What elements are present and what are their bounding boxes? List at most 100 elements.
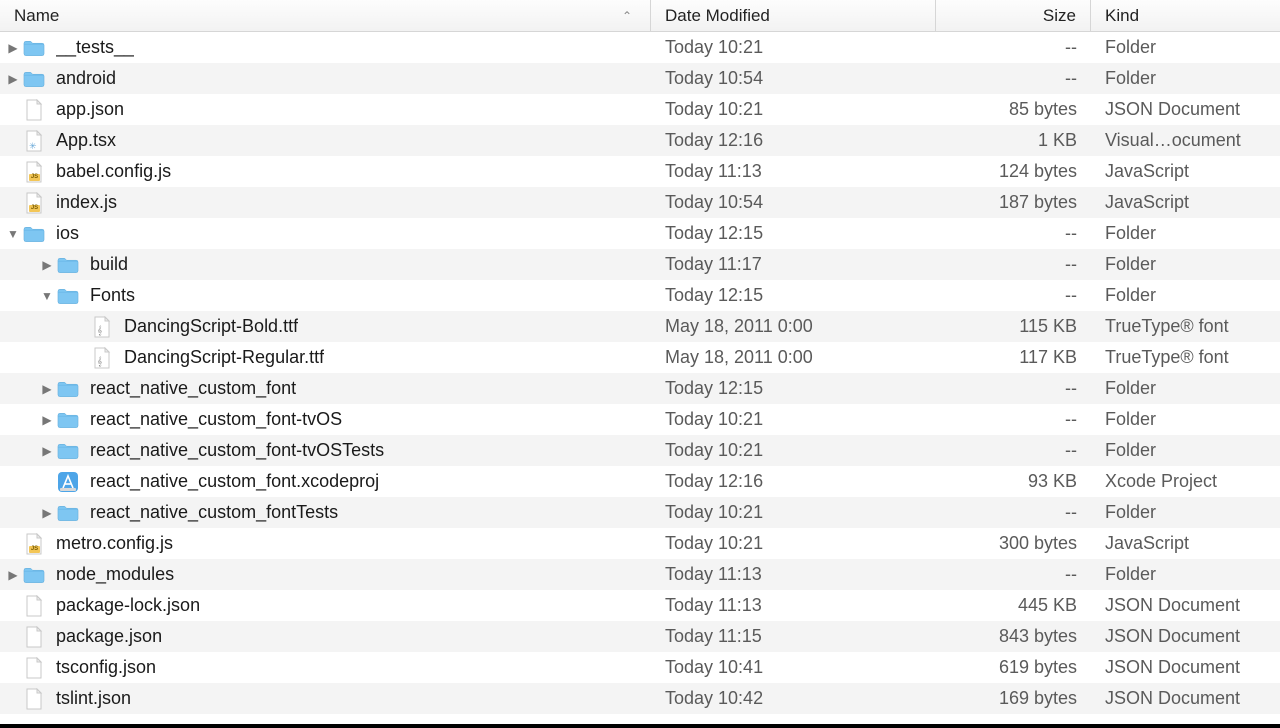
disclosure-closed-icon[interactable]: ▶ <box>38 444 56 458</box>
cell-name: JSmetro.config.js <box>0 532 651 556</box>
file-icon <box>22 625 46 649</box>
table-row[interactable]: ▶react_native_custom_fontToday 12:15--Fo… <box>0 373 1280 404</box>
font-file-icon: 𝄞 <box>90 315 114 339</box>
table-row[interactable]: JSmetro.config.jsToday 10:21300 bytesJav… <box>0 528 1280 559</box>
file-name-label: react_native_custom_font-tvOSTests <box>90 440 384 461</box>
file-name-label: __tests__ <box>56 37 134 58</box>
cell-kind: Folder <box>1091 68 1280 89</box>
file-name-label: app.json <box>56 99 124 120</box>
disclosure-closed-icon[interactable]: ▶ <box>4 72 22 86</box>
cell-size: 619 bytes <box>936 657 1091 678</box>
cell-size: 115 KB <box>936 316 1091 337</box>
file-icon <box>22 594 46 618</box>
cell-size: -- <box>936 68 1091 89</box>
table-row[interactable]: ▶buildToday 11:17--Folder <box>0 249 1280 280</box>
cell-date-modified: Today 11:13 <box>651 595 936 616</box>
table-row[interactable]: 𝄞DancingScript-Regular.ttfMay 18, 2011 0… <box>0 342 1280 373</box>
table-row[interactable]: react_native_custom_font.xcodeproj Today … <box>0 466 1280 497</box>
table-row[interactable]: ▶node_modulesToday 11:13--Folder <box>0 559 1280 590</box>
cell-date-modified: Today 10:21 <box>651 502 936 523</box>
table-row[interactable]: tsconfig.jsonToday 10:41619 bytesJSON Do… <box>0 652 1280 683</box>
file-name-label: App.tsx <box>56 130 116 151</box>
cell-size: -- <box>936 37 1091 58</box>
disclosure-open-icon[interactable]: ▼ <box>38 289 56 303</box>
cell-name: ▶android <box>0 67 651 91</box>
disclosure-open-icon[interactable]: ▼ <box>4 227 22 241</box>
file-name-label: tsconfig.json <box>56 657 156 678</box>
cell-date-modified: Today 10:21 <box>651 99 936 120</box>
file-name-label: react_native_custom_font <box>90 378 296 399</box>
cell-name: app.json <box>0 98 651 122</box>
column-header-date-label: Date Modified <box>665 6 770 26</box>
cell-name: ▼ Fonts <box>0 284 651 308</box>
cell-date-modified: Today 12:15 <box>651 223 936 244</box>
table-row[interactable]: JSindex.jsToday 10:54187 bytesJavaScript <box>0 187 1280 218</box>
table-row[interactable]: ▶react_native_custom_fontTestsToday 10:2… <box>0 497 1280 528</box>
table-row[interactable]: 𝄞DancingScript-Bold.ttfMay 18, 2011 0:00… <box>0 311 1280 342</box>
disclosure-closed-icon[interactable]: ▶ <box>38 258 56 272</box>
cell-size: -- <box>936 564 1091 585</box>
file-name-label: react_native_custom_font.xcodeproj <box>90 471 379 492</box>
js-file-icon: JS <box>22 160 46 184</box>
cell-kind: TrueType® font <box>1091 347 1280 368</box>
cell-size: 843 bytes <box>936 626 1091 647</box>
disclosure-closed-icon[interactable]: ▶ <box>38 382 56 396</box>
folder-icon <box>56 501 80 525</box>
column-header-kind[interactable]: Kind <box>1091 0 1280 31</box>
cell-kind: JSON Document <box>1091 688 1280 709</box>
table-row[interactable]: JSbabel.config.jsToday 11:13124 bytesJav… <box>0 156 1280 187</box>
table-row[interactable]: ▶androidToday 10:54--Folder <box>0 63 1280 94</box>
table-row[interactable]: ▼FontsToday 12:15--Folder <box>0 280 1280 311</box>
cell-date-modified: Today 12:16 <box>651 471 936 492</box>
file-name-label: Fonts <box>90 285 135 306</box>
table-row[interactable]: ▶react_native_custom_font-tvOSToday 10:2… <box>0 404 1280 435</box>
cell-name: ▶ __tests__ <box>0 36 651 60</box>
column-header-name[interactable]: Name ⌃ <box>0 0 651 31</box>
cell-size: -- <box>936 502 1091 523</box>
disclosure-closed-icon[interactable]: ▶ <box>4 568 22 582</box>
cell-kind: JavaScript <box>1091 533 1280 554</box>
table-row[interactable]: ▼iosToday 12:15--Folder <box>0 218 1280 249</box>
folder-icon <box>56 439 80 463</box>
column-header-size[interactable]: Size <box>936 0 1091 31</box>
disclosure-closed-icon[interactable]: ▶ <box>4 41 22 55</box>
cell-name: ▶ react_native_custom_font <box>0 377 651 401</box>
folder-icon <box>22 67 46 91</box>
table-row[interactable]: tslint.jsonToday 10:42169 bytesJSON Docu… <box>0 683 1280 714</box>
file-name-label: package-lock.json <box>56 595 200 616</box>
file-name-label: build <box>90 254 128 275</box>
cell-name: ▶node_modules <box>0 563 651 587</box>
cell-size: -- <box>936 409 1091 430</box>
cell-kind: Xcode Project <box>1091 471 1280 492</box>
table-row[interactable]: ▶__tests__Today 10:21--Folder <box>0 32 1280 63</box>
cell-size: 93 KB <box>936 471 1091 492</box>
disclosure-closed-icon[interactable]: ▶ <box>38 506 56 520</box>
cell-name: 𝄞DancingScript-Bold.ttf <box>0 315 651 339</box>
cell-kind: Folder <box>1091 409 1280 430</box>
folder-icon <box>56 377 80 401</box>
cell-size: 117 KB <box>936 347 1091 368</box>
js-file-icon: JS <box>22 191 46 215</box>
cell-date-modified: Today 11:17 <box>651 254 936 275</box>
cell-size: -- <box>936 440 1091 461</box>
table-row[interactable]: package-lock.jsonToday 11:13445 KBJSON D… <box>0 590 1280 621</box>
table-row[interactable]: package.jsonToday 11:15843 bytesJSON Doc… <box>0 621 1280 652</box>
column-header-name-label: Name <box>14 6 59 26</box>
cell-date-modified: May 18, 2011 0:00 <box>651 316 936 337</box>
cell-name: ✳︎App.tsx <box>0 129 651 153</box>
table-row[interactable]: app.jsonToday 10:2185 bytesJSON Document <box>0 94 1280 125</box>
cell-date-modified: Today 11:15 <box>651 626 936 647</box>
xcode-project-icon <box>56 470 80 494</box>
disclosure-closed-icon[interactable]: ▶ <box>38 413 56 427</box>
file-name-label: ios <box>56 223 79 244</box>
table-row[interactable]: ✳︎App.tsxToday 12:161 KBVisual…ocument <box>0 125 1280 156</box>
cell-date-modified: Today 12:15 <box>651 378 936 399</box>
column-header-date-modified[interactable]: Date Modified <box>651 0 936 31</box>
cell-kind: Folder <box>1091 223 1280 244</box>
cell-kind: Visual…ocument <box>1091 130 1280 151</box>
cell-kind: TrueType® font <box>1091 316 1280 337</box>
folder-icon <box>56 408 80 432</box>
cell-name: JSindex.js <box>0 191 651 215</box>
file-icon <box>22 656 46 680</box>
table-row[interactable]: ▶react_native_custom_font-tvOSTestsToday… <box>0 435 1280 466</box>
